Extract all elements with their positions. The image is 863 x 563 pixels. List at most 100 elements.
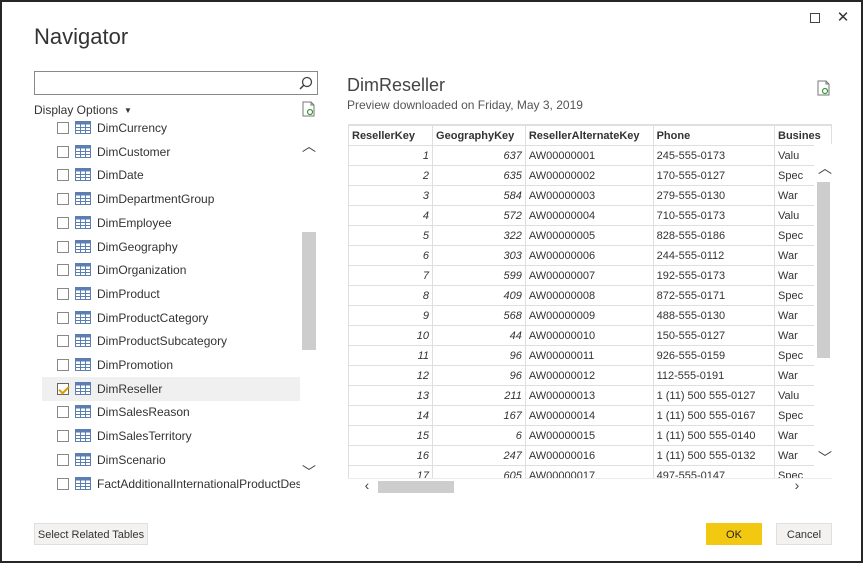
table-cell: AW00000014 xyxy=(524,405,654,426)
select-related-tables-button[interactable]: Select Related Tables xyxy=(34,523,148,545)
table-cell: 170-555-0127 xyxy=(652,165,776,186)
chevron-up-icon[interactable]: ︿ xyxy=(816,158,834,178)
table-icon xyxy=(75,476,91,493)
table-cell: 635 xyxy=(432,165,526,186)
table-cell: 872-555-0171 xyxy=(652,285,776,306)
table-icon xyxy=(75,381,91,398)
checkbox[interactable] xyxy=(57,311,69,324)
checkbox[interactable] xyxy=(57,430,69,443)
chevron-down-icon[interactable]: ﹀ xyxy=(300,462,318,482)
table-cell: 828-555-0186 xyxy=(652,225,776,246)
checkbox[interactable] xyxy=(57,240,69,253)
tree-item[interactable]: DimProduct xyxy=(42,282,300,306)
checkbox[interactable] xyxy=(57,406,69,419)
preview-refresh-button[interactable] xyxy=(817,80,831,101)
grid-horizontal-scrollbar[interactable]: ‹ › xyxy=(348,477,832,494)
tree-item[interactable]: DimDate xyxy=(42,163,300,187)
table-cell: 710-555-0173 xyxy=(652,205,776,226)
checkbox[interactable] xyxy=(57,359,69,371)
column-header[interactable]: Busines xyxy=(774,125,832,146)
tree-item-label: DimDepartmentGroup xyxy=(97,192,215,207)
table-cell: 584 xyxy=(432,185,526,206)
search-icon[interactable] xyxy=(299,76,313,90)
tree-item[interactable]: DimProductCategory xyxy=(42,306,300,330)
table-row: 2 635 AW00000002 170-555-0127 Spec xyxy=(348,165,832,186)
table-cell: 409 xyxy=(432,285,526,306)
tree-scrollbar[interactable]: ︿ ﹀ xyxy=(300,120,318,496)
dialog-title: Navigator xyxy=(34,24,129,49)
table-cell: 112-555-0191 xyxy=(652,365,776,386)
table-cell: 96 xyxy=(432,345,526,366)
checkbox[interactable] xyxy=(57,169,69,182)
tree-item[interactable]: DimOrganization xyxy=(42,258,300,282)
tree-item[interactable]: FactAdditionalInternationalProductDes... xyxy=(42,472,312,496)
tree-item[interactable]: DimReseller xyxy=(42,376,300,401)
column-header[interactable]: GeographyKey xyxy=(432,125,526,146)
tree-item[interactable]: DimProductSubcategory xyxy=(42,329,300,353)
chevron-left-icon[interactable]: ‹ xyxy=(358,477,376,493)
table-cell: 150-555-0127 xyxy=(652,325,776,346)
table-cell: 1 (11) 500 555-0167 xyxy=(652,405,776,426)
grid-vertical-scrollbar[interactable]: ︿ ﹀ xyxy=(814,144,832,478)
table-cell: 568 xyxy=(432,305,526,326)
preview-grid: ResellerKey GeographyKey ResellerAlternate… xyxy=(348,124,832,478)
maximize-button[interactable] xyxy=(805,8,825,28)
checkbox[interactable] xyxy=(57,122,69,134)
grid-vscroll-thumb[interactable] xyxy=(817,182,830,358)
chevron-right-icon[interactable]: › xyxy=(788,477,806,493)
table-cell: AW00000013 xyxy=(524,385,654,406)
tree-item[interactable]: DimSalesTerritory xyxy=(42,424,300,448)
table-cell: 279-555-0130 xyxy=(652,185,776,206)
ok-button[interactable]: OK xyxy=(706,523,762,545)
tree-item[interactable]: DimSalesReason xyxy=(42,400,300,424)
checkbox[interactable] xyxy=(57,264,69,277)
table-row: 5 322 AW00000005 828-555-0186 Spec xyxy=(348,225,832,246)
checkbox[interactable] xyxy=(57,145,69,158)
table-cell: 96 xyxy=(432,365,526,386)
tree-item[interactable]: DimGeography xyxy=(42,235,300,259)
tree-item-label: DimCustomer xyxy=(97,144,171,159)
refresh-button[interactable] xyxy=(302,101,316,122)
table-icon xyxy=(75,168,91,184)
checkbox[interactable] xyxy=(57,193,69,206)
cancel-button[interactable]: Cancel xyxy=(776,523,832,545)
table-tree: DimCurrency DimCustomer DimDate DimDepartme… xyxy=(42,120,318,496)
table-cell: AW00000004 xyxy=(524,205,654,226)
column-header[interactable]: ResellerKey xyxy=(348,125,434,146)
tree-item[interactable]: DimPromotion xyxy=(42,353,300,377)
column-header[interactable]: ResellerAlternateKey xyxy=(524,125,654,146)
checkbox[interactable] xyxy=(57,216,69,229)
table-row: 10 44 AW00000010 150-555-0127 War xyxy=(348,325,832,346)
chevron-up-icon[interactable]: ︿ xyxy=(300,136,318,156)
table-cell: 1 (11) 500 555-0140 xyxy=(652,425,776,446)
tree-item[interactable]: DimScenario xyxy=(42,448,300,472)
checkbox-checked[interactable] xyxy=(57,382,69,395)
table-cell: 637 xyxy=(432,145,526,166)
table-cell: 2 xyxy=(348,165,434,186)
checkbox[interactable] xyxy=(57,453,69,466)
display-options-dropdown[interactable]: Display Options ▼ xyxy=(34,103,132,117)
table-cell: 245-555-0173 xyxy=(652,145,776,166)
checkbox[interactable] xyxy=(57,335,69,348)
checkbox[interactable] xyxy=(57,287,69,300)
table-cell: 167 xyxy=(432,405,526,426)
table-cell: 3 xyxy=(348,185,434,206)
table-cell: AW00000012 xyxy=(524,365,654,386)
close-button[interactable]: ✕ xyxy=(833,8,853,28)
search-input[interactable] xyxy=(34,71,318,95)
tree-scroll-thumb[interactable] xyxy=(302,232,316,350)
table-cell: 8 xyxy=(348,285,434,306)
column-header[interactable]: Phone xyxy=(652,125,776,146)
table-cell: 44 xyxy=(432,325,526,346)
table-cell: AW00000003 xyxy=(524,185,654,206)
table-cell: 1 xyxy=(348,145,434,166)
grid-hscroll-thumb[interactable] xyxy=(378,481,454,493)
tree-item-label: DimSalesTerritory xyxy=(97,429,192,444)
table-icon xyxy=(75,263,91,279)
chevron-down-icon[interactable]: ﹀ xyxy=(816,448,834,468)
checkbox[interactable] xyxy=(57,477,69,490)
tree-item[interactable]: DimCustomer xyxy=(42,140,300,164)
tree-item[interactable]: DimCurrency xyxy=(42,120,300,140)
tree-item[interactable]: DimDepartmentGroup xyxy=(42,187,300,211)
tree-item[interactable]: DimEmployee xyxy=(42,211,300,235)
